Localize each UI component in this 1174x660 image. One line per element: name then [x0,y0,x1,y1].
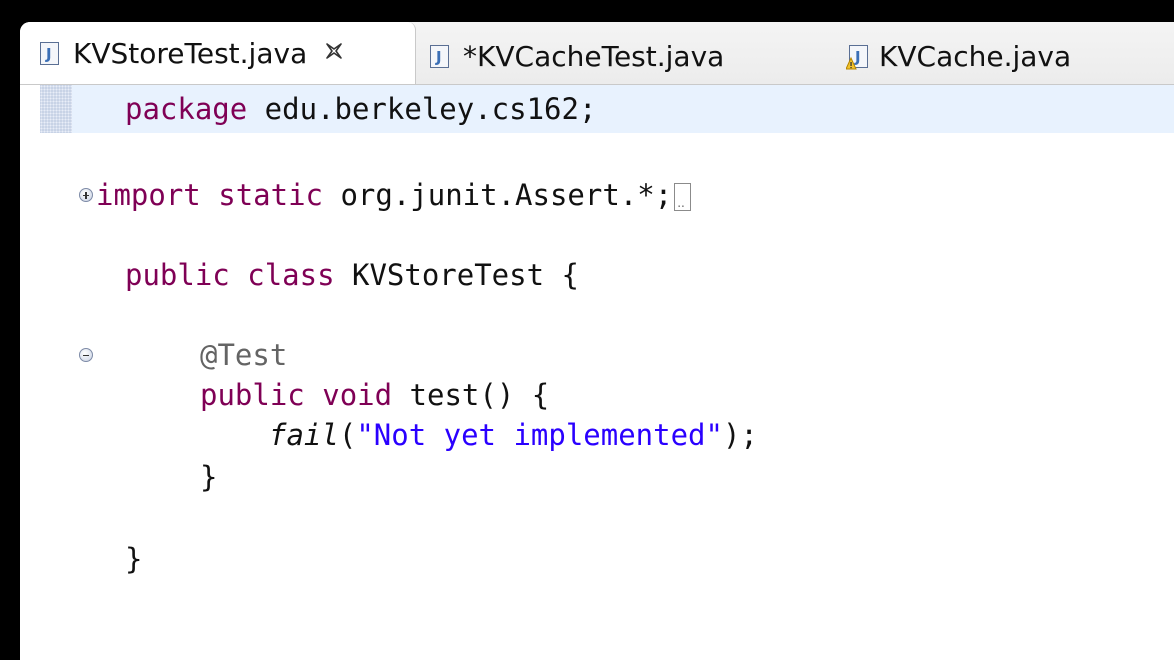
java-file-icon: J [430,44,449,68]
tab-kvstoretest[interactable]: J KVStoreTest.java [20,22,416,84]
tab-label: KVStoreTest.java [73,36,308,70]
code-line-method-close-brace[interactable]: } [200,457,217,497]
keyword: class [247,258,335,292]
tab-kvcache[interactable]: J KVCache.java [846,32,1071,80]
svg-text:J: J [854,48,861,66]
keyword: void [322,378,393,412]
tab-kvcachetest[interactable]: J *KVCacheTest.java [430,32,724,80]
folded-imports-marker[interactable]: .. [674,183,692,211]
code-text: KVStoreTest { [334,258,579,292]
code-line-method-declaration[interactable]: public void test() { [200,375,549,415]
java-file-icon: J [40,41,59,65]
tab-label: *KVCacheTest.java [463,39,725,73]
code-line-package[interactable]: package edu.berkeley.cs162; [125,89,596,129]
code-line-fail-call[interactable]: fail("Not yet implemented"); [269,415,758,455]
expand-fold-icon[interactable] [79,188,93,202]
svg-text:J: J [45,45,52,63]
code-text: } [125,542,143,576]
java-file-warning-icon: J [846,44,868,69]
keyword: package [125,92,248,126]
code-text: } [200,460,218,494]
keyword: public [125,258,230,292]
keyword: public [200,378,305,412]
close-icon[interactable] [323,40,345,67]
code-line-annotation[interactable]: @Test [200,335,287,375]
code-line-import[interactable]: import static org.junit.Assert.*;.. [96,175,692,215]
method-name: fail [269,418,339,452]
code-text: edu.berkeley.cs162; [247,92,597,126]
code-line-class-declaration[interactable]: public class KVStoreTest { [125,255,579,295]
code-line-class-close-brace[interactable]: } [125,539,142,579]
code-text: ); [722,418,758,452]
editor-tab-bar: J KVStoreTest.java J *KVCacheTest.java J… [20,22,1174,85]
string-literal: "Not yet implemented" [356,418,723,452]
current-line-marker [40,85,72,133]
editor-window: J KVStoreTest.java J *KVCacheTest.java J… [20,22,1174,660]
tab-label: KVCache.java [879,39,1072,73]
collapse-fold-icon[interactable] [79,348,93,362]
keyword: static [218,178,323,212]
code-text: org.junit.Assert.*; [323,178,673,212]
code-text: ( [338,418,357,452]
svg-text:J: J [435,48,442,66]
code-editor[interactable]: package edu.berkeley.cs162; import stati… [20,85,1174,660]
keyword: import [96,178,201,212]
annotation: @Test [200,338,288,372]
code-text: test() { [392,378,550,412]
